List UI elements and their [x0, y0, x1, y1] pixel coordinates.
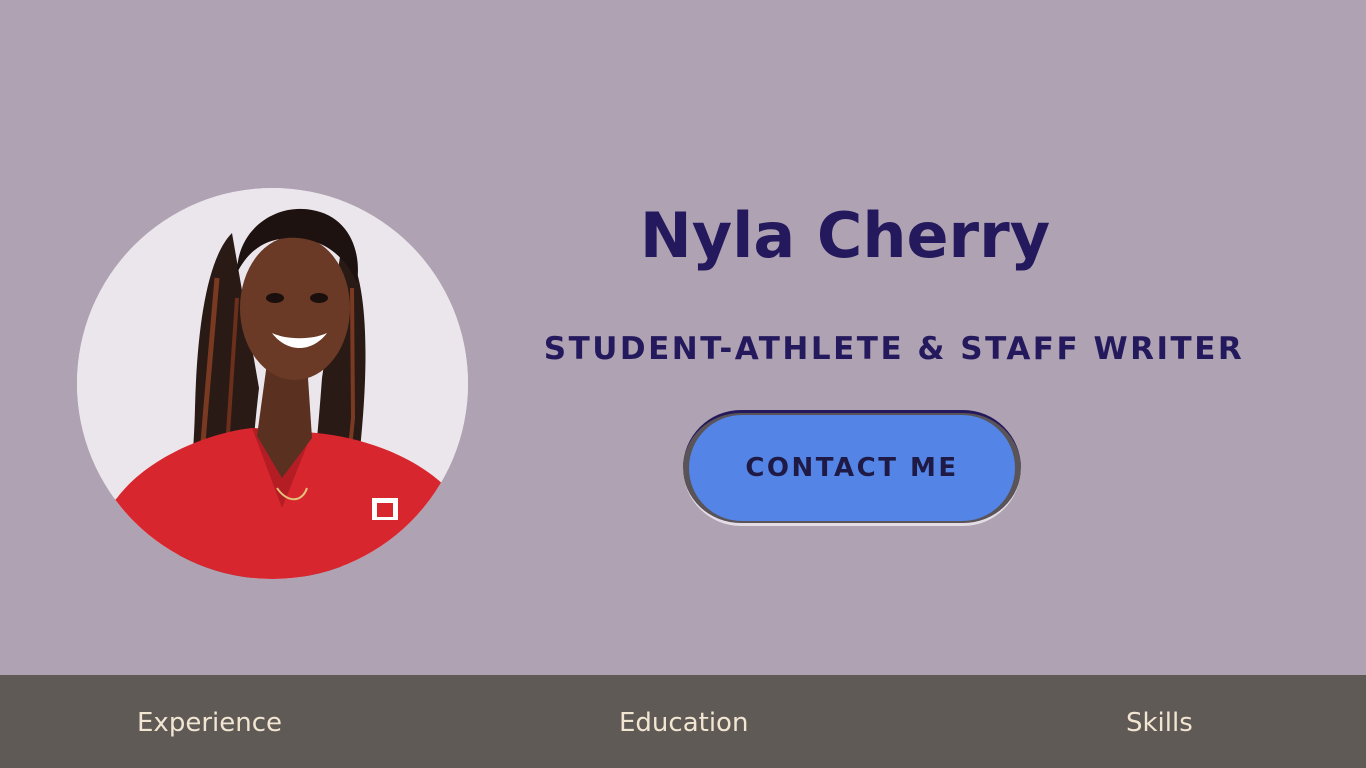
portrait-illustration [77, 188, 468, 579]
profile-photo [77, 188, 468, 579]
nav-link-skills[interactable]: Skills [1126, 703, 1193, 743]
contact-button-frame: CONTACT ME [683, 410, 1021, 526]
nav-link-education[interactable]: Education [619, 703, 748, 743]
hero-section: Nyla Cherry STUDENT-ATHLETE & STAFF WRIT… [0, 0, 1366, 675]
nav-link-experience[interactable]: Experience [137, 703, 282, 743]
profile-name: Nyla Cherry [639, 199, 1051, 272]
contact-me-button[interactable]: CONTACT ME [689, 415, 1015, 521]
profile-subtitle: STUDENT-ATHLETE & STAFF WRITER [543, 331, 1245, 367]
footer-navigation: Experience Education Skills [0, 675, 1366, 768]
